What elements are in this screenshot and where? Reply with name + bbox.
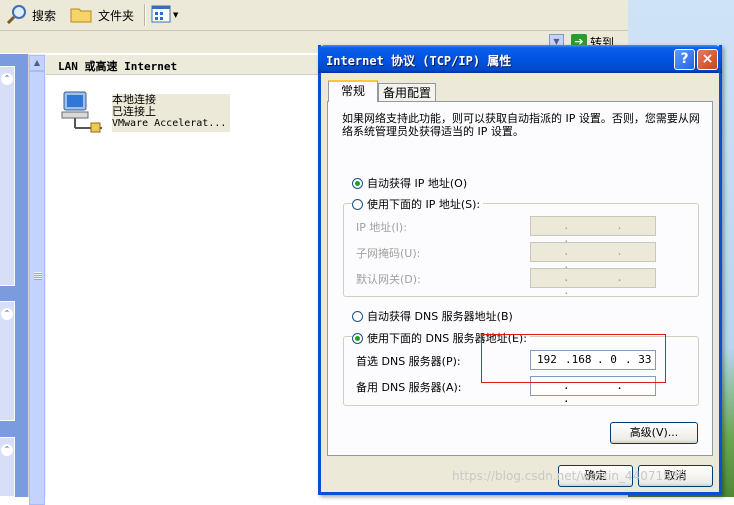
radio-selected-icon [352,177,363,189]
folder-icon [70,4,94,27]
section-header-label: LAN 或高速 Internet [58,60,178,73]
dialog-titlebar[interactable]: Internet 协议 (TCP/IP) 属性 ? × [318,45,722,73]
help-button[interactable]: ? [674,49,695,70]
close-button[interactable]: × [697,49,718,70]
advanced-button[interactable]: 高级(V)... [610,422,698,444]
network-connection-icon [60,90,108,134]
toolbar-separator [144,4,146,26]
collapse-chevron-icon[interactable]: ⌃ [1,308,13,320]
close-icon: × [701,51,714,67]
explorer-toolbar: 搜索 文件夹 ▼ [0,0,628,31]
task-pane-section: ⌃ [0,66,15,286]
connection-text: 本地连接 已连接上 VMware Accelerat... [112,94,230,132]
ip-address-label: IP 地址(I): [356,221,407,234]
collapse-chevron-icon[interactable]: ⌃ [1,444,13,456]
help-icon: ? [680,51,689,67]
manual-ip-label: 使用下面的 IP 地址(S): [367,198,481,211]
task-pane-section: ⌃ [0,301,15,421]
connection-device: VMware Accelerat... [112,118,227,129]
section-header: LAN 或高速 Internet [46,55,326,75]
search-label: 搜索 [32,8,57,23]
search-button[interactable]: 搜索 [6,4,56,26]
connection-status: 已连接上 [112,105,156,118]
radio-selected-icon [352,332,363,344]
alternate-dns-label: 备用 DNS 服务器(A): [356,381,462,394]
scroll-thumb[interactable] [29,71,45,505]
auto-dns-radio[interactable]: 自动获得 DNS 服务器地址(B) [352,308,513,324]
dialog-title: Internet 协议 (TCP/IP) 属性 [326,54,512,68]
search-icon [6,4,28,27]
default-gateway-field[interactable]: . . . [530,268,656,297]
radio-unselected-icon [352,310,363,322]
views-icon [151,5,171,26]
tab-alternate-configuration[interactable]: 备用配置 [378,83,436,103]
collapse-chevron-icon[interactable]: ⌃ [1,73,13,85]
grip-icon [34,272,42,280]
highlight-annotation-box [481,334,666,383]
scroll-up-button[interactable]: ▲ [29,55,45,71]
task-pane: ⌃ ⌃ ⌃ [0,54,28,497]
watermark-text: https://blog.csdn.net/weixin_44071535 [452,469,687,483]
folders-label: 文件夹 [98,8,135,23]
vertical-scrollbar[interactable]: ▲ [28,54,46,505]
auto-dns-label: 自动获得 DNS 服务器地址(B) [367,310,513,323]
auto-ip-label: 自动获得 IP 地址(O) [367,177,468,190]
radio-unselected-icon [352,198,363,210]
tab-general[interactable]: 常规 [328,80,378,102]
manual-ip-radio[interactable]: 使用下面的 IP 地址(S): [352,196,484,212]
chevron-down-icon: ▼ [173,11,179,19]
default-gateway-label: 默认网关(D): [356,273,421,286]
subnet-mask-label: 子网掩码(U): [356,247,421,260]
task-pane-section: ⌃ [0,437,15,497]
views-button[interactable]: ▼ [151,4,181,26]
auto-ip-radio[interactable]: 自动获得 IP 地址(O) [352,175,467,191]
subnet-mask-field[interactable]: . . . [530,242,656,271]
connection-item[interactable]: 本地连接 已连接上 VMware Accelerat... [60,90,232,134]
description-text: 如果网络支持此功能，则可以获取自动指派的 IP 设置。否则，您需要从网络系统管理… [342,112,700,138]
folders-button[interactable]: 文件夹 [70,4,134,26]
preferred-dns-label: 首选 DNS 服务器(P): [356,355,461,368]
ip-address-field[interactable]: . . . [530,216,656,245]
